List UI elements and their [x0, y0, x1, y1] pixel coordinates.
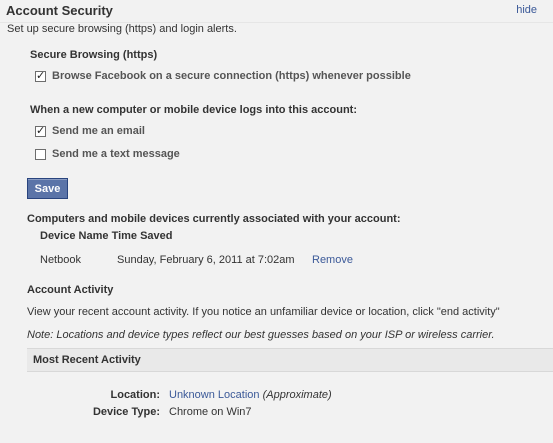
remove-device-link[interactable]: Remove	[312, 254, 353, 266]
email-alert-checkbox[interactable]: ✓	[35, 124, 46, 137]
text-alert-label[interactable]: Send me a text message	[52, 148, 180, 160]
device-type-value: Chrome on Win7	[169, 406, 252, 418]
account-activity-note: Note: Locations and device types reflect…	[27, 329, 495, 341]
most-recent-activity-title: Most Recent Activity	[33, 354, 141, 366]
most-recent-activity-header: Most Recent Activity	[27, 348, 553, 372]
time-saved-cell: Sunday, February 6, 2011 at 7:02am	[117, 254, 295, 266]
text-alert-checkbox[interactable]	[35, 148, 46, 160]
devices-table-header: Device Name Time Saved	[40, 230, 173, 242]
account-activity-description: View your recent account activity. If yo…	[27, 306, 500, 318]
most-recent-activity-box: Most Recent Activity Location: Unknown L…	[27, 348, 553, 443]
devices-heading: Computers and mobile devices currently a…	[27, 213, 401, 225]
device-type-label: Device Type:	[92, 406, 160, 418]
section-header: Account Security hide	[0, 0, 553, 23]
account-activity-heading: Account Activity	[27, 284, 114, 296]
device-name-cell: Netbook	[40, 254, 81, 266]
hide-link[interactable]: hide	[516, 4, 537, 16]
section-title: Account Security	[6, 3, 113, 18]
secure-browsing-option[interactable]: ✓ Browse Facebook on a secure connection…	[35, 68, 411, 84]
login-alerts-heading: When a new computer or mobile device log…	[30, 104, 357, 116]
check-mark-icon: ✓	[36, 124, 46, 137]
column-time-saved: Time Saved	[111, 230, 173, 242]
section-subtitle: Set up secure browsing (https) and login…	[7, 23, 237, 35]
account-security-panel: Account Security hide Set up secure brow…	[0, 0, 553, 443]
save-button[interactable]: Save	[27, 178, 68, 199]
location-value-group: Unknown Location (Approximate)	[169, 389, 332, 401]
location-label: Location:	[110, 389, 161, 401]
secure-browsing-heading: Secure Browsing (https)	[30, 49, 158, 61]
secure-browsing-label[interactable]: Browse Facebook on a secure connection (…	[52, 70, 411, 82]
text-alert-option[interactable]: Send me a text message	[35, 146, 180, 162]
secure-browsing-checkbox[interactable]: ✓	[35, 69, 46, 82]
check-mark-icon: ✓	[36, 69, 46, 82]
email-alert-option[interactable]: ✓ Send me an email	[35, 123, 145, 139]
column-device-name: Device Name	[40, 230, 109, 242]
email-alert-label[interactable]: Send me an email	[52, 125, 145, 137]
location-link[interactable]: Unknown Location	[169, 389, 260, 401]
location-qualifier: (Approximate)	[262, 389, 332, 401]
